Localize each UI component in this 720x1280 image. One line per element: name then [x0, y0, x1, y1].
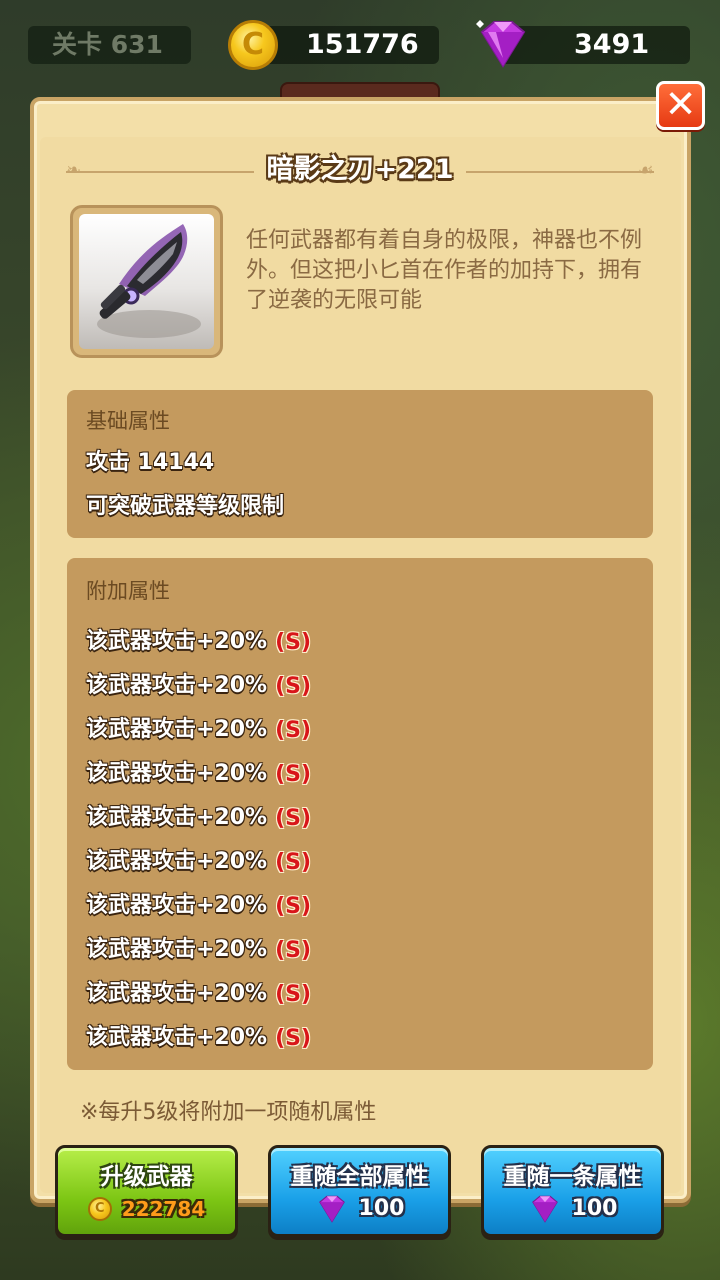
top-bar: 关卡 631 151776 C 3491 [0, 0, 720, 90]
grade-badge: (S) [275, 805, 312, 831]
upgrade-cost: C 222784 [58, 1194, 235, 1224]
close-button[interactable]: ✕ [656, 81, 705, 130]
attribute-text: 该武器攻击+20% [86, 717, 268, 742]
list-item: 该武器攻击+20% (S) [86, 1016, 311, 1060]
grade-badge: (S) [275, 937, 312, 963]
extra-attributes-list: 该武器攻击+20% (S) 该武器攻击+20% (S) 该武器攻击+20% (S) 该… [86, 620, 311, 1060]
gem-icon [476, 20, 526, 68]
extra-attributes-label: 附加属性 [86, 579, 170, 603]
coin-counter: 151776 [262, 26, 439, 64]
reroll-one-cost-value: 100 [571, 1196, 618, 1221]
coin-icon: C [87, 1197, 112, 1221]
grade-badge: (S) [275, 673, 312, 699]
grade-badge: (S) [275, 981, 312, 1007]
upgrade-cost-value: 222784 [121, 1197, 206, 1221]
attribute-text: 该武器攻击+20% [86, 805, 268, 830]
attribute-text: 该武器攻击+20% [86, 761, 268, 786]
grade-badge: (S) [275, 629, 312, 655]
attack-value: 攻击 14144 [86, 450, 215, 475]
coin-count: 151776 [306, 29, 419, 60]
base-attributes-label: 基础属性 [86, 409, 170, 433]
reroll-one-label: 重随一条属性 [503, 1164, 642, 1190]
item-icon-background [79, 214, 214, 349]
level-indicator: 关卡 631 [28, 26, 191, 64]
attribute-text: 该武器攻击+20% [86, 893, 268, 918]
grade-badge: (S) [275, 761, 312, 787]
list-item: 该武器攻击+20% (S) [86, 664, 311, 708]
list-item: 该武器攻击+20% (S) [86, 884, 311, 928]
attribute-text: 该武器攻击+20% [86, 849, 268, 874]
attribute-text: 该武器攻击+20% [86, 673, 268, 698]
reroll-one-cost: 100 [484, 1194, 661, 1224]
reroll-all-label: 重随全部属性 [290, 1164, 429, 1190]
upgrade-note: ※每升5级将附加一项随机属性 [80, 1100, 377, 1125]
list-item: 该武器攻击+20% (S) [86, 840, 311, 884]
coin-icon: C [228, 20, 278, 70]
upgrade-weapon-button[interactable]: 升级武器 C 222784 [55, 1145, 238, 1237]
attribute-text: 该武器攻击+20% [86, 981, 268, 1006]
attribute-text: 该武器攻击+20% [86, 937, 268, 962]
break-limit-text: 可突破武器等级限制 [86, 494, 285, 519]
list-item: 该武器攻击+20% (S) [86, 752, 311, 796]
reroll-one-attribute-button[interactable]: 重随一条属性 100 [481, 1145, 664, 1237]
base-attributes-box: 基础属性 攻击 14144 可突破武器等级限制 [67, 390, 653, 538]
list-item: 该武器攻击+20% (S) [86, 796, 311, 840]
grade-badge: (S) [275, 849, 312, 875]
title-row: ❧ ☙ 暗影之刃+221 [66, 150, 654, 194]
grade-badge: (S) [275, 717, 312, 743]
list-item: 该武器攻击+20% (S) [86, 928, 311, 972]
gem-count: 3491 [574, 29, 650, 60]
attribute-text: 该武器攻击+20% [86, 1025, 268, 1050]
item-title: 暗影之刃+221 [266, 154, 454, 185]
gem-icon [318, 1195, 345, 1223]
reroll-all-attributes-button[interactable]: 重随全部属性 100 [268, 1145, 451, 1237]
grade-badge: (S) [275, 1025, 312, 1051]
list-item: 该武器攻击+20% (S) [86, 972, 311, 1016]
gem-icon [531, 1195, 558, 1223]
grade-badge: (S) [275, 893, 312, 919]
list-item: 该武器攻击+20% (S) [86, 620, 311, 664]
list-item: 该武器攻击+20% (S) [86, 708, 311, 752]
shadow-blade-icon [97, 224, 201, 338]
upgrade-button-label: 升级武器 [100, 1164, 193, 1190]
extra-attributes-box: 附加属性 该武器攻击+20% (S) 该武器攻击+20% (S) 该武器攻击+20%… [67, 558, 653, 1070]
attribute-text: 该武器攻击+20% [86, 629, 268, 654]
item-description: 任何武器都有着自身的极限，神器也不例外。但这把小匕首在作者的加持下，拥有了逆袭的… [246, 228, 643, 313]
reroll-all-cost-value: 100 [358, 1196, 405, 1221]
reroll-all-cost: 100 [271, 1194, 448, 1224]
item-icon-frame [70, 205, 223, 358]
